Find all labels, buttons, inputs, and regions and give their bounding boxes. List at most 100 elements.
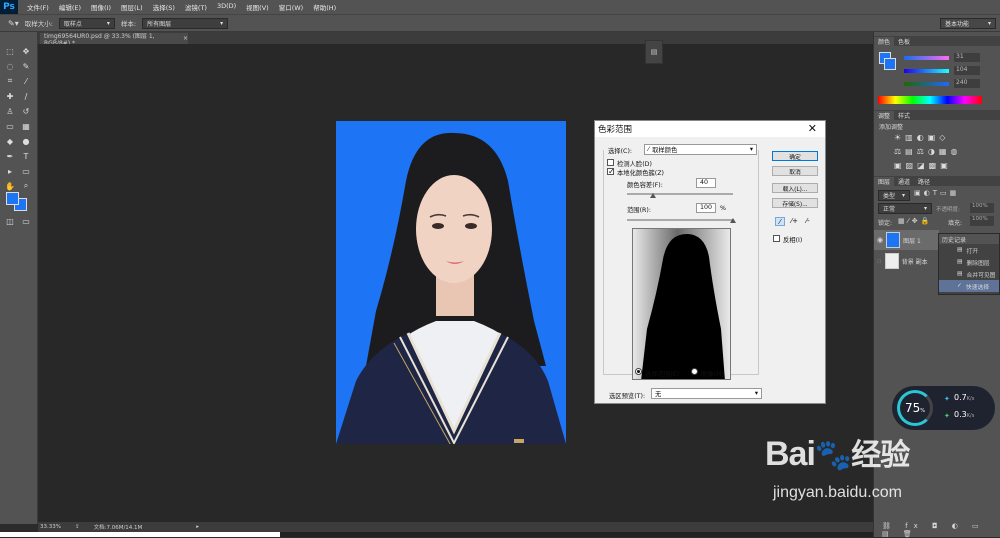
tab-color[interactable]: 颜色: [874, 36, 895, 46]
cancel-button[interactable]: 取消: [772, 166, 818, 176]
layers-footer-icons[interactable]: ⛓ fx ◘ ◐ ▭ ▤ 🗑: [882, 522, 1000, 538]
tab-paths[interactable]: 路径: [914, 177, 934, 186]
menu-item[interactable]: 视图(V): [241, 2, 274, 12]
load-button[interactable]: 载入(L)...: [772, 183, 818, 193]
radio-image[interactable]: [691, 368, 698, 375]
opacity-value[interactable]: 100%: [970, 203, 994, 213]
range-slider-thumb[interactable]: [730, 218, 736, 223]
b-value[interactable]: 240: [954, 79, 980, 88]
screen-mode-icon[interactable]: ▭: [20, 216, 32, 226]
fuzziness-slider-thumb[interactable]: [650, 193, 656, 198]
zoom-tool-icon[interactable]: ⌕: [20, 181, 32, 191]
menu-item[interactable]: 编辑(E): [54, 2, 86, 12]
dodge-tool-icon[interactable]: ●: [20, 136, 32, 146]
lasso-tool-icon[interactable]: ◌: [4, 61, 16, 71]
stamp-tool-icon[interactable]: ♙: [4, 106, 16, 116]
blend-mode-select[interactable]: 正常 ▾: [878, 203, 932, 214]
eyedropper-minus-icon[interactable]: ⁄-: [806, 217, 810, 225]
tab-swatches[interactable]: 色板: [894, 37, 914, 46]
tab-styles[interactable]: 样式: [894, 111, 914, 120]
b-slider[interactable]: [904, 82, 949, 86]
quick-select-tool-icon[interactable]: ✎: [20, 61, 32, 71]
move-tool-icon[interactable]: ✥: [20, 46, 32, 56]
range-slider[interactable]: [627, 219, 733, 221]
fuzziness-input[interactable]: 40: [696, 178, 716, 188]
lock-icons[interactable]: ▦⁄✥🔒: [898, 217, 932, 225]
history-item[interactable]: ▤ 删除图层: [939, 256, 999, 268]
status-arrow-icon[interactable]: ▸: [196, 524, 199, 530]
close-icon[interactable]: ×: [183, 35, 188, 42]
ok-button[interactable]: 确定: [772, 151, 818, 161]
menu-item[interactable]: 窗口(W): [274, 2, 309, 12]
fill-value[interactable]: 100%: [970, 216, 994, 226]
eyedropper-plus-icon[interactable]: ⁄+: [791, 217, 798, 225]
invert-checkbox[interactable]: [773, 235, 780, 242]
shape-tool-icon[interactable]: ▭: [20, 166, 32, 176]
panel-bg-swatch[interactable]: [884, 58, 896, 70]
hand-tool-icon[interactable]: ✋: [4, 181, 16, 191]
history-item[interactable]: ▤ 打开: [939, 244, 999, 256]
tab-layers[interactable]: 图层: [874, 176, 895, 186]
pen-tool-icon[interactable]: ✒: [4, 151, 16, 161]
eye-icon[interactable]: ◉: [877, 236, 883, 244]
menu-item[interactable]: 文件(F): [22, 2, 54, 12]
layer-row[interactable]: ◉ 图层 1: [874, 230, 939, 250]
layer-name[interactable]: 背景 副本: [902, 257, 928, 266]
r-slider[interactable]: [904, 56, 949, 60]
type-tool-icon[interactable]: T: [20, 151, 32, 161]
floating-panel-icon[interactable]: ▤: [645, 40, 663, 64]
g-slider[interactable]: [904, 69, 949, 73]
foreground-color-swatch[interactable]: [6, 192, 19, 205]
eraser-tool-icon[interactable]: ▭: [4, 121, 16, 131]
network-speed-widget[interactable]: 75% ✦ 0.7K/s ✦ 0.3K/s: [892, 386, 995, 430]
color-spectrum[interactable]: [878, 96, 982, 104]
sample-select[interactable]: 所有图层 ▾: [142, 17, 229, 29]
healing-tool-icon[interactable]: ✚: [4, 91, 16, 101]
r-value[interactable]: 31: [954, 53, 980, 62]
menu-item[interactable]: 3D(D): [212, 2, 241, 12]
eyedropper-button[interactable]: ⁄: [775, 217, 785, 226]
layer-row[interactable]: ▫ 背景 副本: [874, 251, 939, 271]
menu-item[interactable]: 滤镜(T): [180, 2, 212, 12]
selection-preview-select[interactable]: 无 ▾: [651, 388, 762, 399]
dialog-title: 色彩范围: [598, 125, 633, 135]
path-select-tool-icon[interactable]: ▸: [4, 166, 16, 176]
history-item[interactable]: ▤ 合并可见图: [939, 268, 999, 280]
gradient-tool-icon[interactable]: ▦: [20, 121, 32, 131]
menu-item[interactable]: 选择(S): [148, 2, 180, 12]
share-icon[interactable]: ⇪: [75, 524, 80, 530]
layer-name[interactable]: 图层 1: [903, 236, 921, 245]
menu-item[interactable]: 图层(L): [116, 2, 148, 12]
quick-mask-icon[interactable]: ◫: [4, 216, 16, 226]
eye-icon[interactable]: ▫: [877, 257, 882, 265]
marquee-tool-icon[interactable]: ⬚: [4, 46, 16, 56]
radio-selection[interactable]: [635, 368, 642, 375]
workspace-select[interactable]: 基本功能 ▾: [940, 17, 996, 29]
document-tab[interactable]: timg69564UR0.psd @ 33.3% (图层 1, RGB/8#) …: [40, 33, 188, 47]
localized-clusters-checkbox[interactable]: ✓: [607, 168, 615, 176]
sample-size-select[interactable]: 取样点 ▾: [58, 17, 115, 29]
tab-channels[interactable]: 通道: [894, 177, 914, 186]
blur-tool-icon[interactable]: ◆: [4, 136, 16, 146]
fuzziness-slider[interactable]: [627, 193, 733, 195]
save-button[interactable]: 存储(S)...: [772, 198, 818, 208]
detect-faces-checkbox[interactable]: [607, 159, 614, 166]
history-item[interactable]: ✓ 快速选择: [939, 280, 999, 292]
range-input[interactable]: 100: [696, 203, 716, 213]
eyedropper-tool-icon[interactable]: ⁄: [20, 76, 32, 86]
history-brush-tool-icon[interactable]: ↺: [20, 106, 32, 116]
selection-preview[interactable]: [632, 228, 731, 380]
layer-filter-select[interactable]: 类型 ▾: [878, 190, 910, 201]
adjustment-icons[interactable]: ☀▥◐▣◇ ⚖▤⚖◑▦◍ ▣▨◪▩▣: [894, 131, 984, 173]
tab-adjustments[interactable]: 调整: [874, 110, 895, 120]
zoom-level[interactable]: 33.33%: [40, 524, 61, 530]
close-icon[interactable]: ✕: [808, 122, 817, 135]
g-value[interactable]: 104: [954, 66, 980, 75]
brush-tool-icon[interactable]: ∕: [20, 91, 32, 101]
menu-item[interactable]: 图像(I): [86, 2, 116, 12]
crop-tool-icon[interactable]: ⌗: [4, 76, 16, 86]
eyedropper-icon[interactable]: ✎▾: [8, 19, 19, 28]
canvas-photo[interactable]: [336, 121, 566, 444]
layer-filter-icons[interactable]: ▣◐T▭▦: [914, 189, 959, 197]
menu-item[interactable]: 帮助(H): [308, 2, 341, 12]
